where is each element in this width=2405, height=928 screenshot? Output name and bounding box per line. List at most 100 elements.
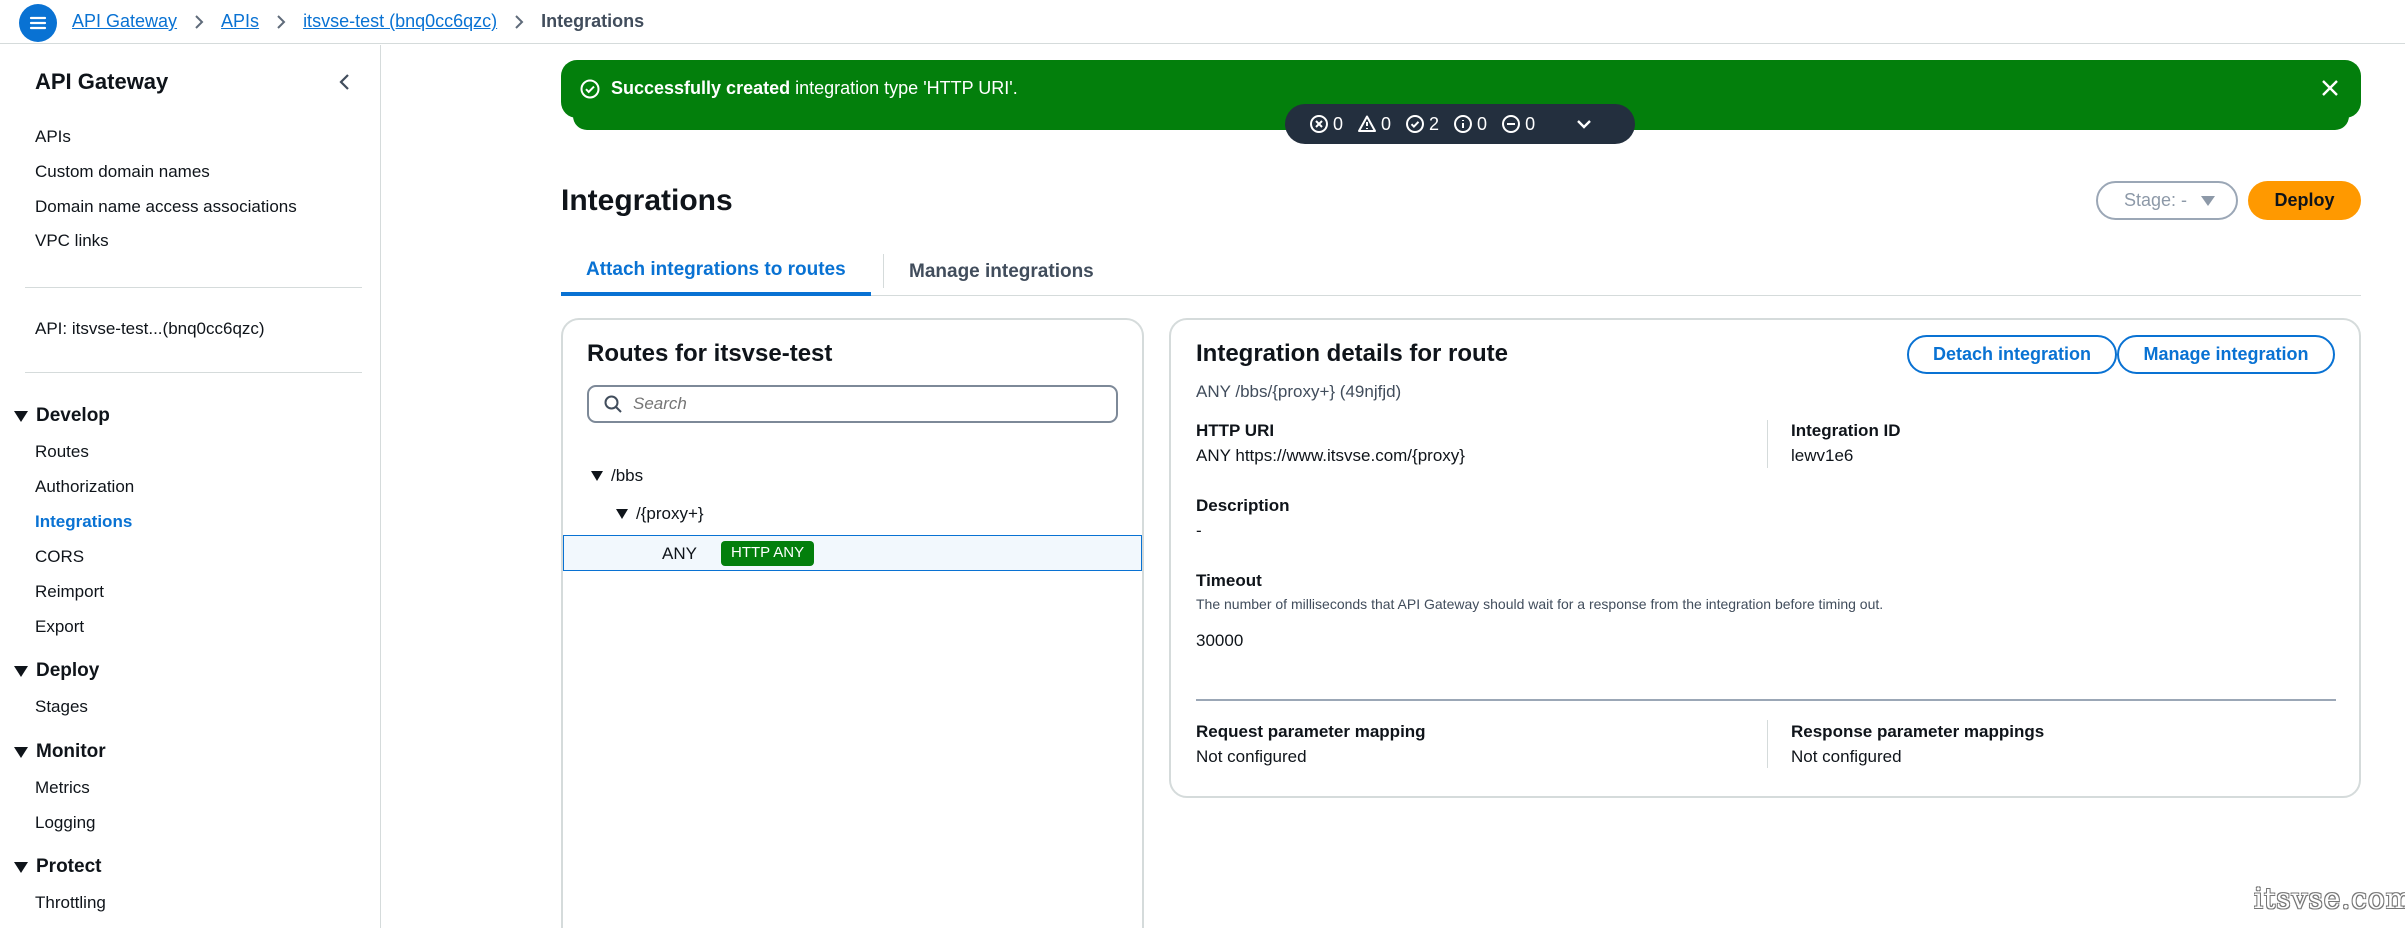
http-uri-value: ANY https://www.itsvse.com/{proxy}	[1196, 446, 1465, 465]
section-label: Develop	[36, 405, 110, 426]
section-label: Deploy	[36, 660, 100, 681]
description-label: Description	[1196, 496, 1290, 515]
sidebar-item-metrics[interactable]: Metrics	[35, 778, 90, 798]
breadcrumb: API Gateway APIs itsvse-test (bnq0cc6qzc…	[72, 11, 644, 32]
close-icon[interactable]	[2319, 77, 2341, 99]
sidebar-item-logging[interactable]: Logging	[35, 813, 96, 833]
sidebar-item-domain-name-access[interactable]: Domain name access associations	[35, 197, 297, 217]
integration-badge: HTTP ANY	[721, 541, 815, 566]
warning-count-value: 0	[1381, 113, 1392, 134]
search-icon	[604, 395, 622, 413]
route-tree-node-bbs[interactable]: /bbs	[591, 466, 643, 486]
in-progress-count-value: 0	[1525, 113, 1536, 134]
search-input[interactable]	[633, 394, 1093, 414]
error-count: 0	[1309, 114, 1343, 135]
deploy-button[interactable]: Deploy	[2248, 181, 2361, 220]
warning-icon	[1358, 115, 1377, 132]
routes-panel-title: Routes for itsvse-test	[587, 340, 833, 367]
info-icon	[1454, 115, 1473, 133]
caret-down-icon	[591, 471, 603, 481]
menu-icon[interactable]	[19, 4, 57, 42]
caret-down-icon	[14, 410, 28, 422]
side-navigation: API Gateway APIs Custom domain names Dom…	[0, 45, 381, 928]
sidebar-title[interactable]: API Gateway	[35, 69, 168, 95]
route-method: ANY	[662, 544, 697, 563]
sidebar-section-deploy[interactable]: Deploy	[14, 660, 99, 682]
column-divider	[1767, 420, 1768, 468]
stage-select[interactable]: Stage: -	[2096, 181, 2238, 220]
success-check-icon	[580, 79, 600, 99]
response-mapping-value: Not configured	[1791, 747, 1902, 766]
caret-down-icon	[616, 509, 628, 519]
notification-counter[interactable]: 0 0 2 0 0	[1285, 104, 1635, 144]
detach-integration-button[interactable]: Detach integration	[1907, 335, 2117, 374]
integration-id-label: Integration ID	[1791, 421, 1901, 440]
sidebar-item-integrations[interactable]: Integrations	[35, 512, 132, 532]
chevron-right-icon	[506, 13, 532, 31]
chevron-right-icon	[186, 13, 212, 31]
flash-message-text: integration type 'HTTP URI'.	[790, 78, 1018, 98]
success-count-value: 2	[1429, 113, 1440, 134]
integration-details-panel: Integration details for route Detach int…	[1169, 318, 2361, 798]
warning-count: 0	[1357, 114, 1391, 135]
details-panel-title: Integration details for route	[1196, 340, 1509, 367]
error-count-value: 0	[1333, 113, 1344, 134]
sidebar-item-routes[interactable]: Routes	[35, 442, 89, 462]
timeout-description: The number of milliseconds that API Gate…	[1196, 596, 1884, 612]
sidebar-item-reimport[interactable]: Reimport	[35, 582, 104, 602]
column-divider	[1767, 720, 1768, 768]
breadcrumb-api-gateway[interactable]: API Gateway	[72, 11, 177, 32]
sidebar-section-monitor[interactable]: Monitor	[14, 741, 106, 763]
integration-tabs: Attach integrations to routes Manage int…	[561, 248, 2361, 296]
integration-id-value: lewv1e6	[1791, 446, 1854, 465]
search-box[interactable]	[587, 385, 1118, 423]
manage-integration-button[interactable]: Manage integration	[2117, 335, 2335, 374]
caret-down-icon	[2201, 195, 2216, 206]
routes-panel: Routes for itsvse-test /bbs /{proxy+} AN…	[561, 318, 1144, 928]
sidebar-item-apis[interactable]: APIs	[35, 127, 71, 147]
breadcrumb-apis[interactable]: APIs	[221, 11, 259, 32]
sidebar-divider	[25, 372, 362, 373]
sidebar-item-cors[interactable]: CORS	[35, 547, 84, 567]
chevron-down-icon[interactable]	[1573, 113, 1595, 135]
timeout-label: Timeout	[1196, 571, 1262, 590]
tab-attach-integrations[interactable]: Attach integrations to routes	[561, 248, 871, 296]
timeout-value: 30000	[1196, 631, 1244, 650]
success-count: 2	[1405, 114, 1439, 135]
stage-select-value: Stage: -	[2124, 190, 2188, 210]
route-path: /{proxy+}	[636, 504, 704, 523]
selected-route-row[interactable]: ANY HTTP ANY	[563, 535, 1142, 571]
sidebar-divider	[25, 287, 362, 288]
breadcrumb-api-name[interactable]: itsvse-test (bnq0cc6qzc)	[303, 11, 497, 32]
tab-manage-integrations[interactable]: Manage integrations	[884, 248, 1119, 296]
sidebar-section-develop[interactable]: Develop	[14, 405, 110, 427]
caret-down-icon	[14, 861, 28, 873]
sidebar-item-custom-domain-names[interactable]: Custom domain names	[35, 162, 210, 182]
error-icon	[1310, 115, 1328, 133]
section-label: Monitor	[36, 741, 106, 762]
sidebar-item-api-selector[interactable]: API: itsvse-test...(bnq0cc6qzc)	[35, 319, 265, 339]
sidebar-item-export[interactable]: Export	[35, 617, 84, 637]
sidebar-section-protect[interactable]: Protect	[14, 856, 101, 878]
description-value: -	[1196, 521, 1202, 540]
route-tree-node-proxy[interactable]: /{proxy+}	[616, 504, 704, 524]
breadcrumb-current: Integrations	[541, 11, 645, 31]
sidebar-item-throttling[interactable]: Throttling	[35, 893, 106, 913]
caret-down-icon	[14, 665, 28, 677]
request-mapping-label: Request parameter mapping	[1196, 722, 1426, 741]
http-uri-label: HTTP URI	[1196, 421, 1275, 440]
sidebar-item-authorization[interactable]: Authorization	[35, 477, 134, 497]
route-path: /bbs	[611, 466, 644, 485]
success-icon	[1406, 115, 1425, 133]
in-progress-count: 0	[1501, 114, 1535, 135]
info-count-value: 0	[1477, 113, 1488, 134]
section-divider	[1196, 699, 2336, 701]
sidebar-item-stages[interactable]: Stages	[35, 697, 88, 717]
in-progress-icon	[1502, 115, 1521, 133]
collapse-sidebar-icon[interactable]	[334, 71, 356, 93]
flash-message-bold: Successfully created	[611, 78, 791, 98]
watermark: itsvse.com	[2254, 882, 2405, 915]
sidebar-item-vpc-links[interactable]: VPC links	[35, 231, 109, 251]
flash-message: Successfully created integration type 'H…	[611, 78, 1018, 99]
caret-down-icon	[14, 746, 28, 758]
